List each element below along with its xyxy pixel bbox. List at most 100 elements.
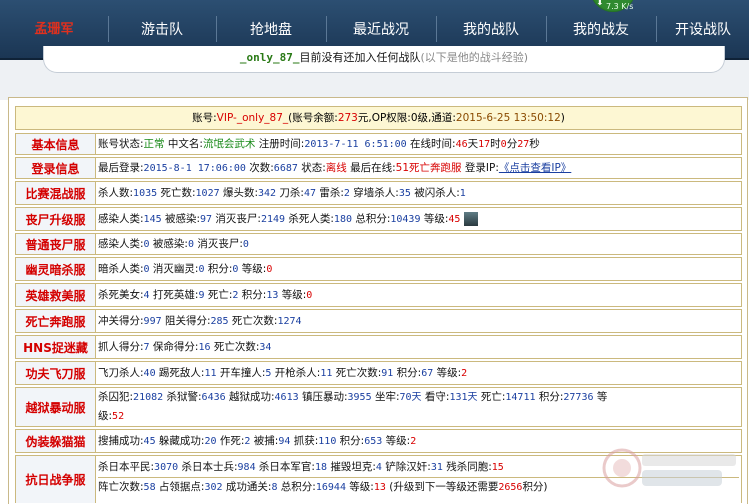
stat-value: 1035	[133, 187, 158, 199]
stat-value: 94	[278, 435, 291, 447]
stat-value: 16	[198, 341, 211, 353]
last-online-label: 最后在线:	[350, 161, 396, 174]
stat-label: 杀日本士兵:	[178, 461, 238, 473]
stat-value: 984	[237, 462, 256, 473]
view-ip-link[interactable]: 《点击查看IP》	[499, 162, 571, 174]
row-disguise-server: 伪装躲猫猫 搜捕成功:45 躲藏成功:20 作死: 2 被捕:94 抓获:110 …	[15, 429, 742, 453]
nav-divider	[436, 16, 437, 42]
stat-value: 21082	[133, 392, 164, 403]
stat-line: 感染人类:0 被感染:0 消灭丧尸:0	[98, 235, 739, 254]
row-prison-server: 越狱暴动服 杀囚犯:21082 杀狱警:6436 越狱成功:4613 镇压暴动:…	[15, 387, 742, 427]
player-username[interactable]: _only_87_	[240, 51, 300, 64]
row-label: 普通丧尸服	[16, 234, 96, 254]
row-label: 伪装躲猫猫	[16, 430, 96, 452]
stat-label: 杀死人类:	[285, 212, 334, 225]
stat-label: 积分:	[204, 262, 233, 275]
row-ghost-server: 幽灵暗杀服 暗杀人类:0 消灭幽灵:0 积分:0 等级:0	[15, 257, 742, 281]
stat-value: 11	[320, 367, 333, 379]
stat-label: 杀囚犯:	[98, 391, 134, 403]
online-hours: 17	[478, 138, 491, 150]
row-war-server: 抗日战争服 杀日本平民:3070 杀日本士兵:984 杀日本军官:18 摧毁坦克…	[15, 455, 742, 503]
last-login-label: 最后登录:	[98, 161, 144, 174]
row-content: 抓人得分:7 保命得分:16 死亡次数:34	[98, 336, 739, 358]
stat-line: 级:52	[98, 407, 739, 426]
stat-label: 杀人数:	[98, 186, 134, 199]
stat-label: 刀杀:	[276, 186, 304, 199]
stat-value: 653	[364, 435, 383, 447]
stat-value: 91	[381, 367, 394, 379]
stat-value: 2	[461, 367, 468, 379]
stat-value: 67	[421, 367, 434, 379]
stat-line: 抓人得分:7 保命得分:16 死亡次数:34	[98, 338, 739, 357]
stat-label: 残杀同胞:	[442, 461, 492, 473]
speed-text: 7.3 K/s	[606, 2, 634, 11]
row-content: 杀日本平民:3070 杀日本士兵:984 杀日本军官:18 摧毁坦克:4 铲除汉…	[98, 456, 739, 503]
chinese-name: 流氓会武术	[202, 137, 256, 150]
stat-value: 34	[259, 341, 272, 353]
stat-value: 47	[303, 187, 317, 199]
row-label: 基本信息	[16, 134, 96, 154]
row-label: 丧尸升级服	[16, 208, 96, 230]
stat-line: 阵亡次数:58 占领据点:302 成功通关:8 总积分:16944 等级:13 …	[98, 477, 739, 497]
stat-label: 死亡:	[204, 288, 233, 301]
stat-value: 3955	[347, 392, 372, 403]
stat-value: 6436	[201, 392, 226, 403]
nav-divider	[326, 16, 327, 42]
row-label: 幽灵暗杀服	[16, 258, 96, 280]
account-balance: 273	[337, 112, 358, 124]
stat-value: 27736	[563, 392, 594, 403]
stat-label: 铲除汉奸:	[381, 461, 431, 473]
stat-label: 消灭丧尸:	[212, 212, 261, 225]
stat-label: 等级:	[238, 262, 267, 275]
stat-label: 等级:	[345, 481, 374, 493]
stat-value: 70天	[399, 392, 422, 403]
row-basic-info: 基本信息 账号状态:正常 中文名:流氓会武术 注册时间:2013-7-11 6:…	[15, 133, 742, 155]
stat-label: 被捕:	[250, 434, 279, 447]
stat-line: 冲关得分:997 阻关得分:285 死亡次数:1274	[98, 312, 739, 331]
stat-label: 阵亡次数:	[98, 481, 144, 493]
stat-label: 看守:	[421, 391, 450, 403]
stat-label: 抓获:	[290, 434, 319, 447]
row-content: 感染人类:0 被感染:0 消灭丧尸:0	[98, 234, 739, 254]
stat-label: 感染人类:	[98, 212, 144, 225]
login-times-label: 次数:	[249, 161, 274, 174]
row-label: 抗日战争服	[16, 456, 96, 503]
player-tab: _only_87_目前没有还加入任何战队(以下是他的战斗经验)	[43, 46, 725, 73]
stat-label: 死亡:	[477, 391, 506, 403]
stat-value: 997	[143, 315, 162, 327]
stat-label: 开枪杀人:	[271, 366, 321, 379]
row-content: 账号状态:正常 中文名:流氓会武术 注册时间:2013-7-11 6:51:00…	[98, 137, 540, 150]
stat-label: 积分:	[336, 434, 365, 447]
stat-label: 总积分:	[277, 481, 316, 493]
stat-label: 被感染:	[149, 237, 188, 250]
stat-value: 2	[410, 435, 417, 447]
cname-label: 中文名:	[167, 137, 203, 150]
stat-label: 摧毁坦克:	[327, 461, 376, 473]
stat-label: 消灭幽灵:	[149, 262, 199, 275]
stat-value: 180	[333, 213, 352, 225]
stat-label: 等级:	[382, 434, 411, 447]
ip-label: 登录IP:	[464, 161, 499, 174]
account-status: 正常	[143, 137, 165, 150]
row-content: 最后登录:2015-8-1 17:06:00 次数:6687 状态:离线 最后在…	[98, 158, 739, 178]
stat-label: 等级:	[433, 366, 462, 379]
stat-label: 保命得分:	[149, 340, 199, 353]
last-login: 2015-8-1 17:06:00	[143, 162, 246, 174]
nav-divider	[216, 16, 217, 42]
row-content: 搜捕成功:45 躲藏成功:20 作死: 2 被捕:94 抓获:110 积分:653…	[98, 430, 739, 452]
balance-label: (账号余额:	[288, 112, 338, 124]
stat-label: 感染人类:	[98, 237, 144, 250]
stat-line: 杀日本平民:3070 杀日本士兵:984 杀日本军官:18 摧毁坦克:4 铲除汉…	[98, 458, 739, 477]
stat-value: 31	[430, 462, 443, 473]
stat-label: 暗杀人类:	[98, 262, 144, 275]
row-zombie-server: 丧尸升级服 感染人类:145 被感染:97 消灭丧尸:2149 杀死人类:180…	[15, 207, 742, 231]
stat-label: 死亡次数:	[228, 314, 278, 327]
stat-label: 飞刀杀人:	[98, 366, 144, 379]
stat-label: 镇压暴动:	[298, 391, 348, 403]
stat-label: 搜捕成功:	[98, 434, 144, 447]
account-close-paren: )	[560, 112, 565, 124]
row-content: 杀囚犯:21082 杀狱警:6436 越狱成功:4613 镇压暴动:3955 坐…	[98, 388, 739, 426]
stat-line: 杀囚犯:21082 杀狱警:6436 越狱成功:4613 镇压暴动:3955 坐…	[98, 388, 739, 407]
row-content: 冲关得分:997 阻关得分:285 死亡次数:1274	[98, 310, 739, 332]
status-label: 账号状态:	[98, 137, 144, 150]
